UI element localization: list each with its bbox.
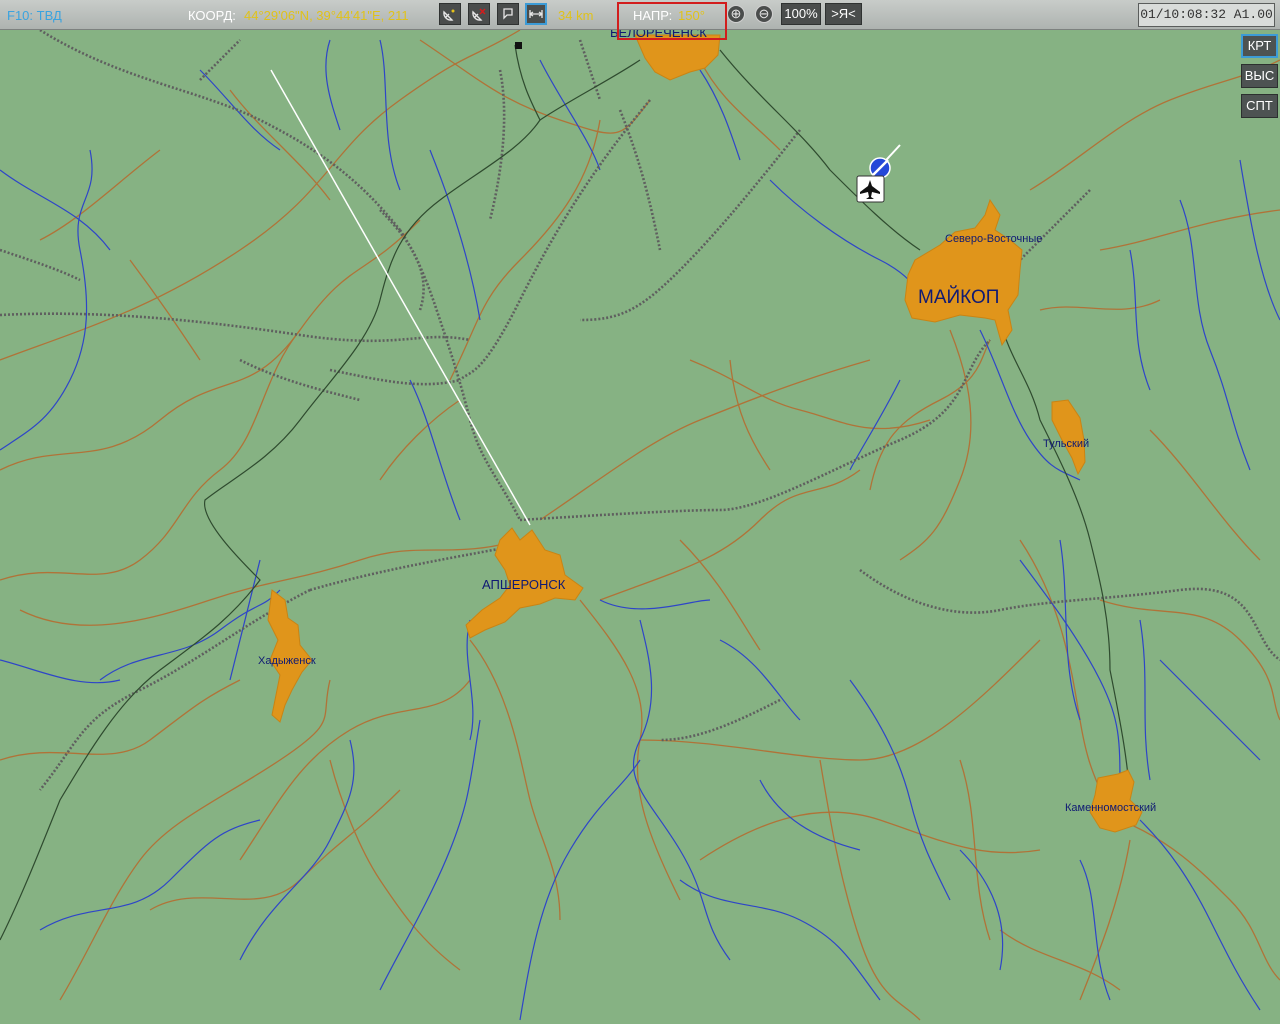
mission-time: 01/10:08:32 A1.00	[1138, 3, 1275, 27]
road-network	[0, 30, 1280, 1021]
terrain-map[interactable]: БЕЛОРЕЧЕНСК Северо-Восточные МАЙКОП Туль…	[0, 30, 1280, 1024]
zoom-in-button[interactable]: ⊕	[727, 5, 745, 23]
map-marker-square-icon[interactable]	[515, 42, 522, 49]
ruler-icon-button[interactable]	[525, 3, 547, 25]
city-label-kamennomostsky[interactable]: Каменномостский	[1065, 802, 1156, 814]
heading-highlight-box	[617, 2, 727, 40]
city-label-apsheronsk[interactable]: АПШЕРОНСК	[482, 577, 566, 592]
map-mode-label: F10: ТВД	[7, 8, 62, 23]
city-label-tulsky[interactable]: Тульский	[1043, 438, 1089, 450]
railway-network	[0, 30, 1280, 791]
city-area-maikop	[904, 198, 1023, 347]
satellite-dish-icon-button[interactable]	[439, 3, 461, 25]
radar-off-icon	[472, 8, 486, 21]
coord-value: 44°29'06"N, 39°44'41"E, 211	[244, 8, 409, 23]
zoom-level-button[interactable]: 100%	[781, 3, 821, 25]
map-scale: 34 km	[558, 8, 594, 23]
coord-label: КООРД:	[188, 8, 236, 23]
message-icon-button[interactable]	[497, 3, 519, 25]
map-layer-button[interactable]: КРТ	[1241, 34, 1278, 58]
altitude-layer-button[interactable]: ВЫС	[1241, 64, 1278, 88]
highway-line	[0, 44, 1131, 941]
aircraft-unit[interactable]	[856, 144, 901, 203]
river-network	[0, 39, 1280, 1021]
city-area-kamennomostsky	[1089, 769, 1143, 833]
radar-off-icon-button[interactable]	[468, 3, 490, 25]
city-labels: БЕЛОРЕЧЕНСК Северо-Восточные МАЙКОП Туль…	[258, 30, 1156, 814]
ruler-icon	[528, 10, 544, 18]
city-area-tulsky	[1051, 399, 1086, 476]
city-label-khadyzhensk[interactable]: Хадыженск	[258, 655, 316, 667]
satellite-layer-button[interactable]: СПТ	[1241, 94, 1278, 118]
message-flag-icon	[503, 8, 513, 20]
city-label-maikop[interactable]: МАЙКОП	[918, 286, 999, 308]
city-label-severo-vostochnye[interactable]: Северо-Восточные	[945, 233, 1042, 245]
satellite-dish-icon	[443, 9, 455, 21]
zoom-out-button[interactable]: ⊖	[755, 5, 773, 23]
flight-route-line	[270, 69, 531, 526]
center-on-me-button[interactable]: >Я<	[825, 3, 862, 25]
